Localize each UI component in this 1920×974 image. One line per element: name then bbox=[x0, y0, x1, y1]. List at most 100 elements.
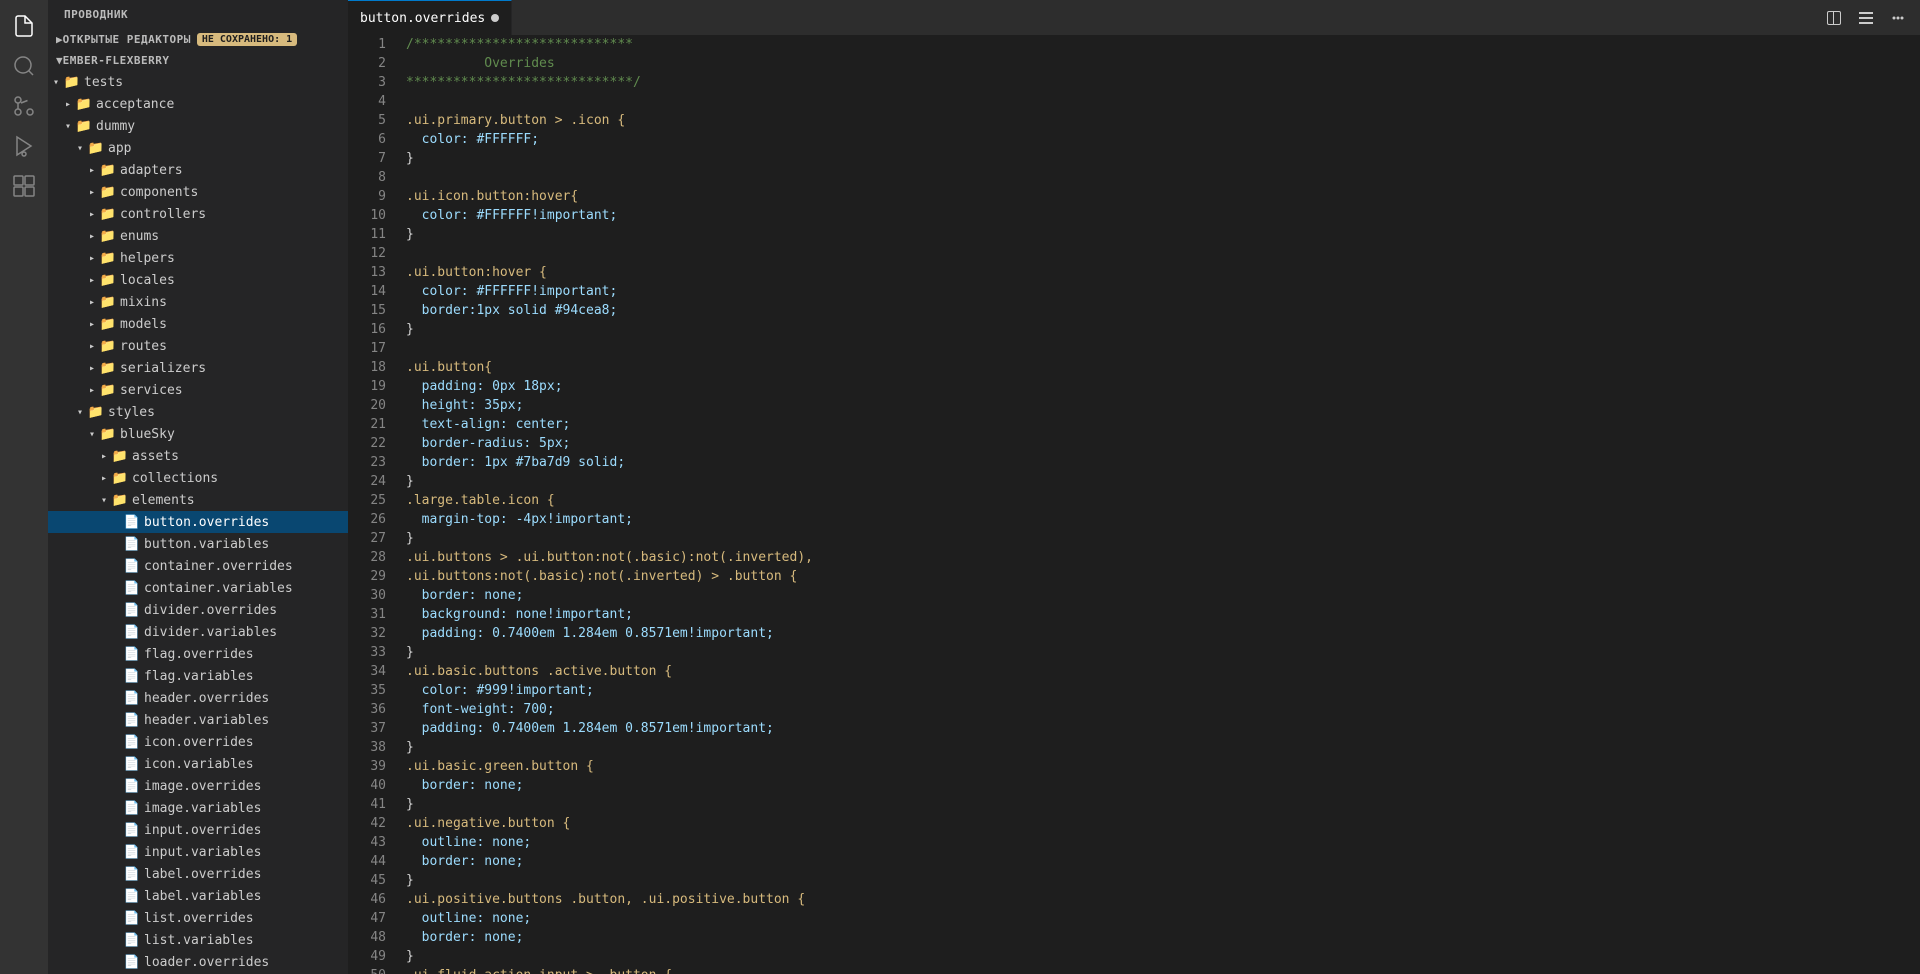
tree-item-loader-overrides[interactable]: 📄 loader.overrides bbox=[48, 951, 348, 973]
tree-item-button-overrides[interactable]: 📄 button.overrides bbox=[48, 511, 348, 533]
tree-label-components: components bbox=[120, 185, 198, 200]
code-line-13: .ui.button:hover { bbox=[406, 263, 1906, 282]
tree-item-image-variables[interactable]: 📄 image.variables bbox=[48, 797, 348, 819]
tree-icon-controllers: 📁 bbox=[100, 206, 116, 222]
code-line-5: .ui.primary.button > .icon { bbox=[406, 111, 1906, 130]
source-control-icon[interactable] bbox=[6, 88, 42, 124]
tree-item-button-variables[interactable]: 📄 button.variables bbox=[48, 533, 348, 555]
line-number-45: 45 bbox=[348, 871, 386, 890]
tree-item-icon-overrides[interactable]: 📄 icon.overrides bbox=[48, 731, 348, 753]
tree-item-elements[interactable]: ▾ 📁 elements bbox=[48, 489, 348, 511]
tree-item-models[interactable]: ▸ 📁 models bbox=[48, 313, 348, 335]
search-icon[interactable] bbox=[6, 48, 42, 84]
tree-label-divider-overrides: divider.overrides bbox=[144, 603, 277, 618]
tree-arrow-mixins: ▸ bbox=[84, 294, 100, 310]
tree-item-assets[interactable]: ▸ 📁 assets bbox=[48, 445, 348, 467]
tree-item-components[interactable]: ▸ 📁 components bbox=[48, 181, 348, 203]
code-line-35: color: #999!important; bbox=[406, 681, 1906, 700]
line-numbers: 1234567891011121314151617181920212223242… bbox=[348, 35, 398, 974]
tree-item-flag-overrides[interactable]: 📄 flag.overrides bbox=[48, 643, 348, 665]
tree-item-services[interactable]: ▸ 📁 services bbox=[48, 379, 348, 401]
tree-item-container-variables[interactable]: 📄 container.variables bbox=[48, 577, 348, 599]
tree-item-header-variables[interactable]: 📄 header.variables bbox=[48, 709, 348, 731]
tree-item-divider-overrides[interactable]: 📄 divider.overrides bbox=[48, 599, 348, 621]
run-debug-icon[interactable] bbox=[6, 128, 42, 164]
editor-actions bbox=[1812, 0, 1920, 35]
tree-item-divider-variables[interactable]: 📄 divider.variables bbox=[48, 621, 348, 643]
toggle-panel-button[interactable] bbox=[1852, 4, 1880, 32]
tree-item-enums[interactable]: ▸ 📁 enums bbox=[48, 225, 348, 247]
tree-item-controllers[interactable]: ▸ 📁 controllers bbox=[48, 203, 348, 225]
code-line-4 bbox=[406, 92, 1906, 111]
tree-icon-tests: 📁 bbox=[64, 74, 80, 90]
tree-label-controllers: controllers bbox=[120, 207, 206, 222]
tree-item-image-overrides[interactable]: 📄 image.overrides bbox=[48, 775, 348, 797]
tree-arrow-list-overrides bbox=[108, 910, 124, 926]
scrollbar[interactable] bbox=[1906, 35, 1920, 974]
tree-item-label-overrides[interactable]: 📄 label.overrides bbox=[48, 863, 348, 885]
line-number-5: 5 bbox=[348, 111, 386, 130]
explorer-icon[interactable] bbox=[6, 8, 42, 44]
code-line-20: height: 35px; bbox=[406, 396, 1906, 415]
code-line-49: } bbox=[406, 947, 1906, 966]
tree-item-input-variables[interactable]: 📄 input.variables bbox=[48, 841, 348, 863]
code-line-27: } bbox=[406, 529, 1906, 548]
line-number-25: 25 bbox=[348, 491, 386, 510]
tree-item-flag-variables[interactable]: 📄 flag.variables bbox=[48, 665, 348, 687]
tree-item-routes[interactable]: ▸ 📁 routes bbox=[48, 335, 348, 357]
tree-item-app[interactable]: ▾ 📁 app bbox=[48, 137, 348, 159]
tree-item-serializers[interactable]: ▸ 📁 serializers bbox=[48, 357, 348, 379]
tree-arrow-button-variables bbox=[108, 536, 124, 552]
line-number-17: 17 bbox=[348, 339, 386, 358]
line-number-6: 6 bbox=[348, 130, 386, 149]
tree-icon-enums: 📁 bbox=[100, 228, 116, 244]
project-section[interactable]: ▼ EMBER-FLEXBERRY bbox=[48, 50, 348, 71]
more-actions-button[interactable] bbox=[1884, 4, 1912, 32]
extensions-icon[interactable] bbox=[6, 168, 42, 204]
split-editor-button[interactable] bbox=[1820, 4, 1848, 32]
tree-item-dummy[interactable]: ▾ 📁 dummy bbox=[48, 115, 348, 137]
tree-icon-elements: 📁 bbox=[112, 492, 128, 508]
tree-icon-collections: 📁 bbox=[112, 470, 128, 486]
line-number-8: 8 bbox=[348, 168, 386, 187]
tree-item-tests[interactable]: ▾ 📁 tests bbox=[48, 71, 348, 93]
file-tree: ▾ 📁 tests ▸ 📁 acceptance ▾ 📁 dummy ▾ 📁 a… bbox=[48, 71, 348, 974]
code-line-1: /**************************** bbox=[406, 35, 1906, 54]
code-content[interactable]: /**************************** Overrides*… bbox=[398, 35, 1906, 974]
tree-item-locales[interactable]: ▸ 📁 locales bbox=[48, 269, 348, 291]
tab-button-overrides[interactable]: button.overrides bbox=[348, 0, 512, 35]
tree-arrow-icon-overrides bbox=[108, 734, 124, 750]
tree-item-list-variables[interactable]: 📄 list.variables bbox=[48, 929, 348, 951]
tree-arrow-header-overrides bbox=[108, 690, 124, 706]
tree-label-serializers: serializers bbox=[120, 361, 206, 376]
line-number-32: 32 bbox=[348, 624, 386, 643]
tree-label-button-variables: button.variables bbox=[144, 537, 269, 552]
line-number-31: 31 bbox=[348, 605, 386, 624]
tree-label-list-overrides: list.overrides bbox=[144, 911, 254, 926]
tree-label-styles: styles bbox=[108, 405, 155, 420]
code-line-11: } bbox=[406, 225, 1906, 244]
tree-item-styles[interactable]: ▾ 📁 styles bbox=[48, 401, 348, 423]
tree-item-input-overrides[interactable]: 📄 input.overrides bbox=[48, 819, 348, 841]
tree-item-collections[interactable]: ▸ 📁 collections bbox=[48, 467, 348, 489]
line-number-36: 36 bbox=[348, 700, 386, 719]
tree-item-helpers[interactable]: ▸ 📁 helpers bbox=[48, 247, 348, 269]
tree-item-header-overrides[interactable]: 📄 header.overrides bbox=[48, 687, 348, 709]
tree-item-adapters[interactable]: ▸ 📁 adapters bbox=[48, 159, 348, 181]
line-number-38: 38 bbox=[348, 738, 386, 757]
line-number-50: 50 bbox=[348, 966, 386, 974]
open-editors-section[interactable]: ▶ ОТКРЫТЫЕ РЕДАКТОРЫ НЕ СОХРАНЕНО: 1 bbox=[48, 29, 348, 50]
tree-label-adapters: adapters bbox=[120, 163, 183, 178]
tree-item-bluesky[interactable]: ▾ 📁 blueSky bbox=[48, 423, 348, 445]
tree-item-acceptance[interactable]: ▸ 📁 acceptance bbox=[48, 93, 348, 115]
tree-arrow-routes: ▸ bbox=[84, 338, 100, 354]
tree-icon-loader-overrides: 📄 bbox=[124, 954, 140, 970]
tab-modified-indicator bbox=[491, 14, 499, 22]
tree-item-container-overrides[interactable]: 📄 container.overrides bbox=[48, 555, 348, 577]
tree-item-icon-variables[interactable]: 📄 icon.variables bbox=[48, 753, 348, 775]
line-number-48: 48 bbox=[348, 928, 386, 947]
code-line-17 bbox=[406, 339, 1906, 358]
tree-item-mixins[interactable]: ▸ 📁 mixins bbox=[48, 291, 348, 313]
tree-item-label-variables[interactable]: 📄 label.variables bbox=[48, 885, 348, 907]
tree-item-list-overrides[interactable]: 📄 list.overrides bbox=[48, 907, 348, 929]
